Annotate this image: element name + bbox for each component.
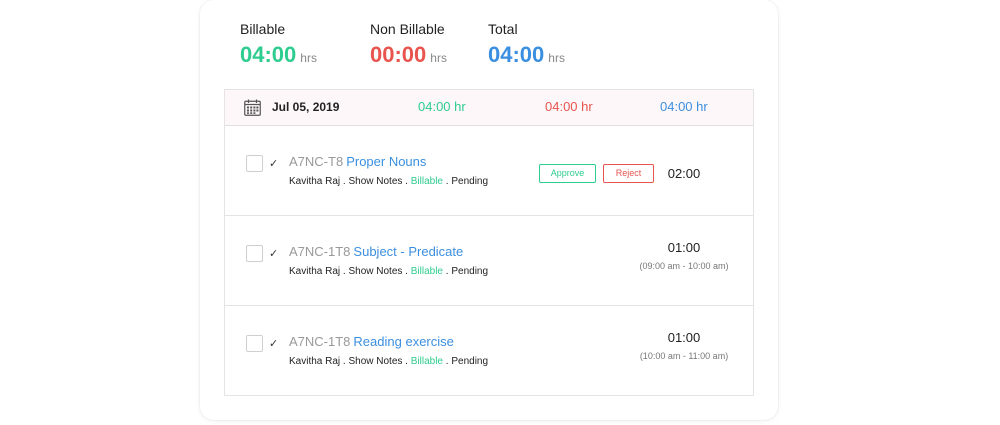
- date-header-row: Jul 05, 2019 04:00 hr 04:00 hr 04:00 hr: [225, 90, 753, 126]
- date-label: Jul 05, 2019: [272, 100, 340, 114]
- total-unit: hrs: [548, 51, 565, 65]
- check-icon: ✓: [269, 158, 279, 170]
- total-value: 04:00: [488, 42, 545, 67]
- non-billable-value: 00:00: [370, 42, 427, 67]
- entry-title[interactable]: Reading exercise: [353, 334, 453, 349]
- entries-table: Jul 05, 2019 04:00 hr 04:00 hr 04:00 hr …: [224, 89, 754, 396]
- date-non-billable-hours: 04:00 hr: [545, 99, 593, 114]
- entry-duration: 01:00: [667, 330, 701, 345]
- total-summary: Total 04:00 hrs: [488, 20, 565, 73]
- entry-category: Show Notes: [348, 356, 403, 367]
- entry-duration: 02:00: [667, 166, 701, 181]
- entry-title[interactable]: Proper Nouns: [346, 154, 426, 169]
- check-icon: ✓: [269, 338, 279, 350]
- billable-unit: hrs: [300, 51, 317, 65]
- calendar-icon[interactable]: [244, 99, 261, 116]
- entry-checkbox[interactable]: [246, 335, 263, 352]
- entry-category: Show Notes: [348, 176, 403, 187]
- entry-user: Kavitha Raj: [289, 176, 341, 187]
- entry-user: Kavitha Raj: [289, 356, 341, 367]
- total-label: Total: [488, 21, 518, 37]
- entry-title[interactable]: Subject - Predicate: [353, 244, 463, 259]
- billable-value: 04:00: [240, 42, 297, 67]
- non-billable-summary: Non Billable 00:00 hrs: [370, 20, 447, 73]
- entry-code: A7NC-1T8: [289, 334, 351, 349]
- entry-time-range: (09:00 am - 10:00 am): [639, 261, 729, 271]
- non-billable-label: Non Billable: [370, 21, 445, 37]
- hours-summary: Billable 04:00 hrs Non Billable 00:00 hrs …: [240, 20, 758, 80]
- entry-code: A7NC-1T8: [289, 244, 351, 259]
- table-row: ✓ A7NC-1T8 Subject - Predicate Kavitha Ra…: [225, 216, 753, 306]
- entry-code: A7NC-T8: [289, 154, 344, 169]
- date-billable-hours: 04:00 hr: [418, 99, 466, 114]
- entry-category: Show Notes: [348, 266, 403, 277]
- entry-checkbox[interactable]: [246, 155, 263, 172]
- table-row: ✓ A7NC-T8 Proper Nouns Kavitha Raj . Show…: [225, 126, 753, 216]
- entry-billing: Billable: [410, 176, 443, 187]
- billable-label: Billable: [240, 21, 286, 37]
- entry-user: Kavitha Raj: [289, 266, 341, 277]
- entry-checkbox[interactable]: [246, 245, 263, 262]
- date-total-hours: 04:00 hr: [660, 99, 708, 114]
- billable-summary: Billable 04:00 hrs: [240, 20, 317, 73]
- entry-time-range: (10:00 am - 11:00 am): [639, 351, 729, 361]
- entry-status: Pending: [451, 266, 489, 277]
- entry-status: Pending: [451, 176, 489, 187]
- check-icon: ✓: [269, 248, 279, 260]
- entry-billing: Billable: [410, 356, 443, 367]
- entry-duration: 01:00: [667, 240, 701, 255]
- approve-button[interactable]: Approve: [539, 164, 596, 183]
- entry-status: Pending: [451, 356, 489, 367]
- non-billable-unit: hrs: [430, 51, 447, 65]
- table-row: ✓ A7NC-1T8 Reading exercise Kavitha Raj .…: [225, 306, 753, 396]
- timesheet-card: Billable 04:00 hrs Non Billable 00:00 hrs …: [200, 0, 778, 420]
- entry-billing: Billable: [410, 266, 443, 277]
